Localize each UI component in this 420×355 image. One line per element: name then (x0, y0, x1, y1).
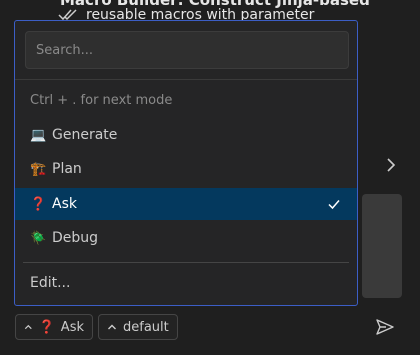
construction-icon: 🏗️ (30, 161, 47, 177)
chevron-up-icon (24, 324, 32, 330)
edit-modes-link[interactable]: Edit... (30, 275, 70, 291)
search-input[interactable] (25, 31, 349, 69)
send-icon[interactable] (375, 318, 395, 336)
divider (15, 79, 357, 80)
model-selector-button[interactable]: default (98, 314, 178, 340)
search-wrap (25, 31, 349, 69)
mode-item-label: Plan (52, 161, 82, 177)
mode-selector-button[interactable]: ❓ Ask (15, 314, 93, 340)
laptop-icon: 💻 (30, 127, 47, 143)
mode-dropdown: Ctrl + . for next mode 💻 Generate 🏗️ Pla… (14, 20, 358, 306)
mode-item-debug[interactable]: 🪲 Debug (15, 222, 357, 254)
question-icon: ❓ (38, 319, 55, 335)
bug-icon: 🪲 (30, 230, 47, 246)
question-icon: ❓ (30, 196, 47, 212)
check-icon (328, 200, 340, 210)
mode-item-label: Ask (52, 196, 77, 212)
background-panel (362, 194, 402, 298)
mode-item-plan[interactable]: 🏗️ Plan (15, 153, 357, 185)
mode-item-label: Debug (52, 230, 99, 246)
keyboard-hint: Ctrl + . for next mode (30, 93, 173, 108)
chevron-up-icon (108, 324, 116, 330)
chevron-right-icon[interactable] (384, 156, 398, 174)
mode-item-ask[interactable]: ❓ Ask (15, 188, 357, 220)
model-label: default (123, 319, 169, 335)
mode-label: Ask (60, 319, 84, 335)
mode-item-generate[interactable]: 💻 Generate (15, 119, 357, 151)
divider (23, 262, 349, 263)
mode-item-label: Generate (52, 127, 118, 143)
